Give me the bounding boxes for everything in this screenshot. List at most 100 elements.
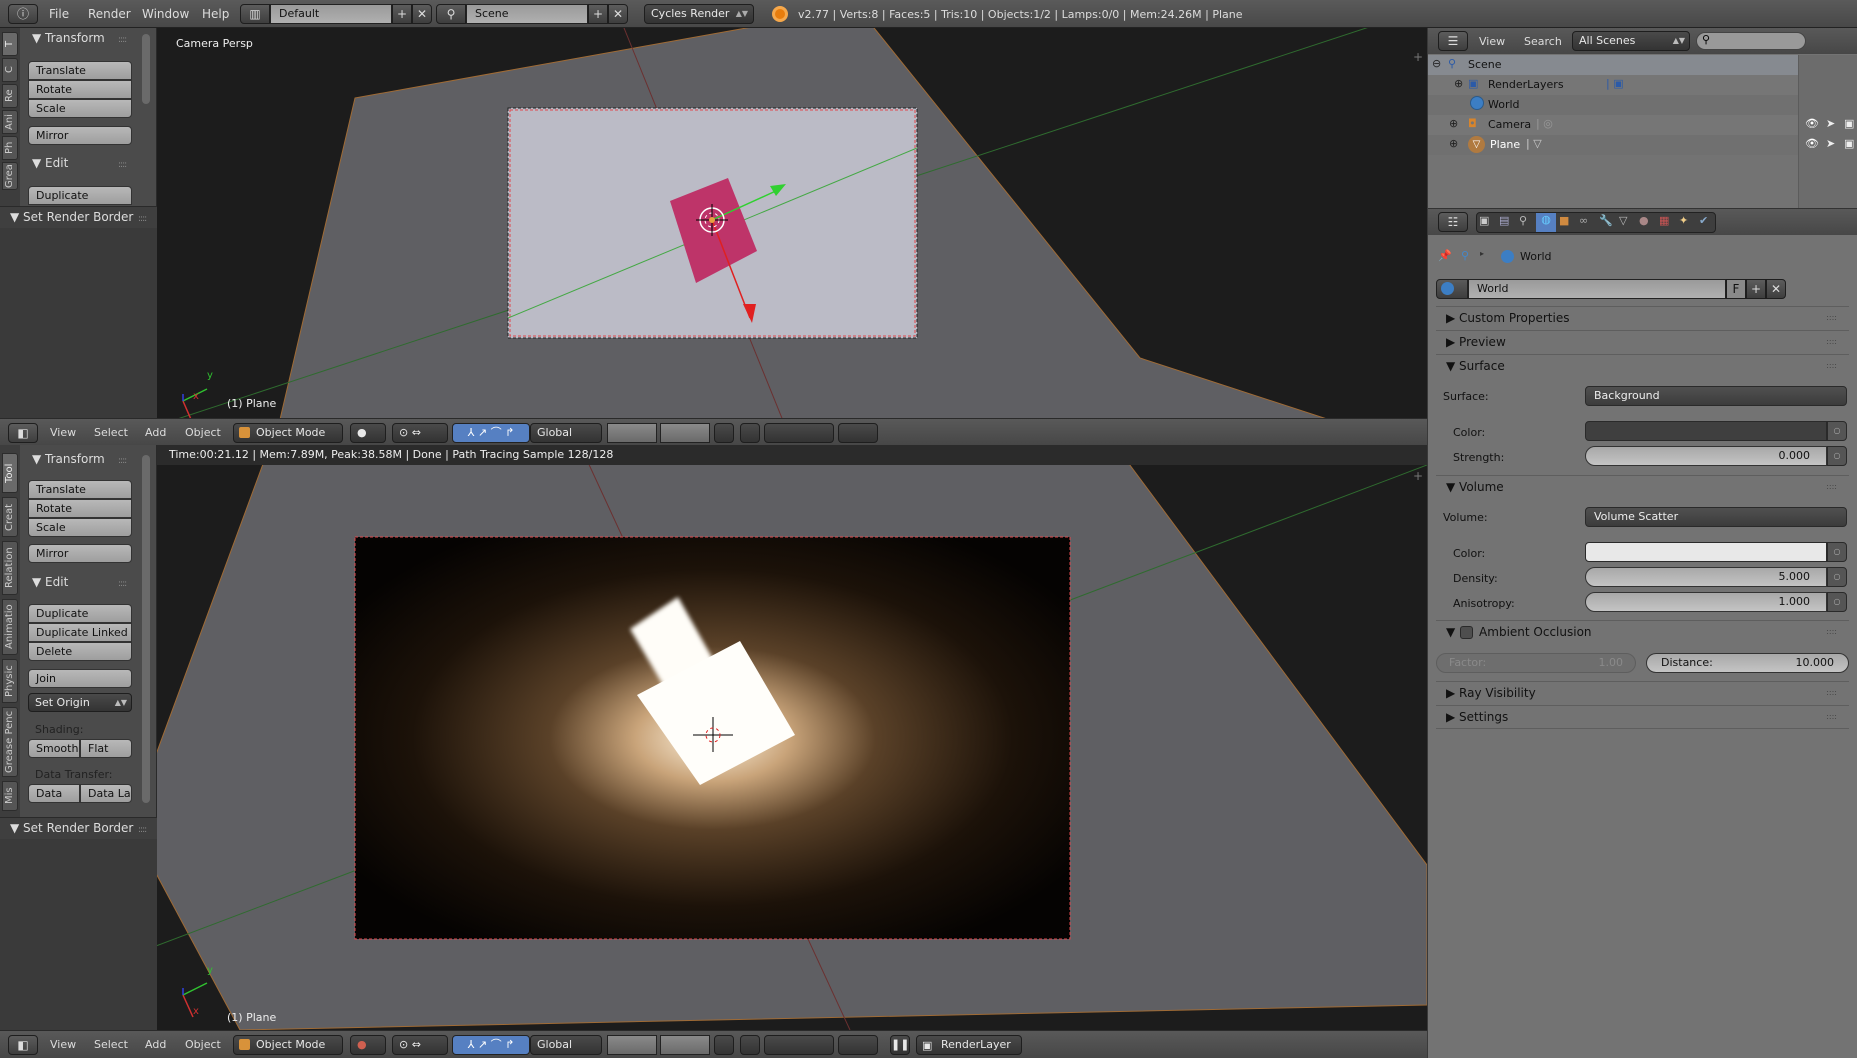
smooth-button[interactable]: Smooth <box>28 739 80 758</box>
menu-object[interactable]: Object <box>185 1038 221 1051</box>
duplicate-button[interactable]: Duplicate <box>28 186 132 205</box>
add-region-plus-icon[interactable]: + <box>1413 469 1423 483</box>
mirror-button[interactable]: Mirror <box>28 544 132 563</box>
viewport-bottom[interactable]: x y Time:00:21.12 | Mem:7.89M, Peak:38.5… <box>0 445 1427 1030</box>
custom-properties-panel[interactable]: ▶ Custom Properties:::: <box>1436 306 1849 330</box>
outliner-row-plane[interactable]: ⊕ ▽ Plane | ▽ <box>1428 135 1798 155</box>
ambient-occlusion-panel[interactable]: ▼ Ambient Occlusion:::: <box>1436 620 1849 644</box>
particles-tab-icon[interactable]: ✦ <box>1679 214 1688 227</box>
camera-visibility-eye-icon[interactable]: 👁 <box>1805 117 1819 130</box>
data-transfer-button[interactable]: Data <box>28 784 80 803</box>
scale-button[interactable]: Scale <box>28 518 132 537</box>
pivot-point-dropdown[interactable]: ⊙ ⇔ <box>392 1035 448 1055</box>
physics-tab-icon[interactable]: ✔ <box>1699 214 1708 227</box>
plane-render-icon[interactable]: ▣ <box>1844 137 1854 150</box>
delete-button[interactable]: Delete <box>28 642 132 661</box>
ao-checkbox[interactable] <box>1460 626 1473 639</box>
properties-editor-type[interactable]: ☷ <box>1438 212 1468 232</box>
edit-panel-header[interactable]: ▼ Edit <box>32 575 68 589</box>
tab-relations[interactable]: Re <box>2 84 18 108</box>
panel-grip-icon[interactable]: :::: <box>1826 331 1837 353</box>
scene-tab-icon[interactable]: ⚲ <box>1519 214 1527 227</box>
panel-grip-icon[interactable]: :::: <box>1826 355 1837 377</box>
editor-type-button[interactable]: ◧ <box>8 423 38 443</box>
lock-layers-button[interactable] <box>714 423 734 443</box>
viewport-top[interactable]: x y Camera Persp (1) Plane + T C Re Ani … <box>0 28 1427 418</box>
render-tab-icon[interactable]: ▣ <box>1479 214 1489 227</box>
data-layout-transfer-button[interactable]: Data La <box>80 784 132 803</box>
world-browse-button[interactable] <box>1436 279 1468 299</box>
modifiers-tab-icon[interactable]: 🔧 <box>1599 214 1613 227</box>
layer-buttons-2[interactable] <box>660 1035 710 1055</box>
density-slider[interactable]: 5.000 <box>1585 567 1827 587</box>
layer-buttons-2[interactable] <box>660 423 710 443</box>
lock-layers-button[interactable] <box>714 1035 734 1055</box>
flat-button[interactable]: Flat <box>80 739 132 758</box>
set-render-border-header[interactable]: ▼ Set Render Border <box>10 821 133 835</box>
tab-create[interactable]: C <box>2 58 18 82</box>
menu-file[interactable]: File <box>49 7 69 21</box>
add-screen-button[interactable]: + <box>392 4 412 24</box>
pause-render-button[interactable]: ❚❚ <box>890 1035 910 1055</box>
anisotropy-slider[interactable]: 1.000 <box>1585 592 1827 612</box>
rotate-button[interactable]: Rotate <box>28 499 132 518</box>
outliner-row-scene[interactable]: ⊖ ⚲ Scene <box>1428 55 1798 75</box>
panel-grip-icon[interactable]: :::: <box>138 214 147 224</box>
outliner-search-input[interactable]: ⚲ <box>1696 32 1806 50</box>
volume-color-swatch[interactable] <box>1585 542 1827 562</box>
render-layer-selector[interactable]: ▣ RenderLayer <box>916 1035 1022 1055</box>
translate-button[interactable]: Translate <box>28 480 132 499</box>
menu-render[interactable]: Render <box>88 7 131 21</box>
menu-window[interactable]: Window <box>142 7 189 21</box>
surface-color-swatch[interactable] <box>1585 421 1827 441</box>
layer-buttons-1[interactable] <box>607 1035 657 1055</box>
transform-panel-header[interactable]: ▼ Transform <box>32 452 105 466</box>
expand-icon[interactable]: ⊕ <box>1449 137 1458 150</box>
outliner-row-world[interactable]: World <box>1428 95 1798 115</box>
unlink-world-button[interactable]: ✕ <box>1766 279 1786 299</box>
panel-grip-icon[interactable]: :::: <box>118 456 127 466</box>
snapping-controls[interactable] <box>764 423 834 443</box>
volume-shader-dropdown[interactable]: Volume Scatter <box>1585 507 1847 527</box>
ray-visibility-panel[interactable]: ▶ Ray Visibility:::: <box>1436 681 1849 705</box>
data-tab-icon[interactable]: ▽ <box>1619 214 1627 227</box>
transform-orientation-dropdown[interactable]: Global <box>530 423 602 443</box>
panel-grip-icon[interactable]: :::: <box>118 579 127 589</box>
menu-add[interactable]: Add <box>145 426 166 439</box>
strength-slider[interactable]: 0.000 <box>1585 446 1827 466</box>
menu-search[interactable]: Search <box>1524 35 1562 48</box>
menu-help[interactable]: Help <box>202 7 229 21</box>
outliner-row-renderlayers[interactable]: ⊕ ▣ RenderLayers | ▣ <box>1428 75 1798 95</box>
tab-physics[interactable]: Physic <box>2 659 18 703</box>
viewport-shading-dropdown[interactable]: ● <box>350 423 386 443</box>
edit-panel-header[interactable]: ▼ Edit <box>32 156 68 170</box>
tab-create[interactable]: Creat <box>2 497 18 537</box>
render-engine-dropdown[interactable]: Cycles Render ▲▼ <box>644 4 754 24</box>
toolshelf-scrollbar[interactable] <box>142 455 150 803</box>
scene-field[interactable]: Scene <box>466 4 588 24</box>
rotate-button[interactable]: Rotate <box>28 80 132 99</box>
pin-icon[interactable]: 📌 <box>1438 249 1452 262</box>
set-render-border-header[interactable]: ▼ Set Render Border <box>10 210 133 224</box>
panel-grip-icon[interactable]: :::: <box>118 35 127 45</box>
constraints-tab-icon[interactable]: ∞ <box>1579 214 1588 227</box>
scale-button[interactable]: Scale <box>28 99 132 118</box>
tab-physics[interactable]: Ph <box>2 136 18 160</box>
outliner-row-camera[interactable]: ⊕ ◘ Camera | ◎ <box>1428 115 1798 135</box>
strength-socket[interactable]: ○ <box>1827 446 1847 466</box>
object-tab-icon[interactable]: ■ <box>1559 214 1569 227</box>
add-region-plus-icon[interactable]: + <box>1413 50 1423 64</box>
scene-selector[interactable]: ⚲ <box>436 4 466 24</box>
panel-grip-icon[interactable]: :::: <box>1826 307 1837 329</box>
plane-visibility-eye-icon[interactable]: 👁 <box>1805 137 1819 150</box>
transform-panel-header[interactable]: ▼ Transform <box>32 31 105 45</box>
mirror-button[interactable]: Mirror <box>28 126 132 145</box>
panel-grip-icon[interactable]: :::: <box>1826 706 1837 728</box>
tab-tools[interactable]: Tool <box>2 453 18 493</box>
proportional-edit-button[interactable] <box>740 423 760 443</box>
world-tab-icon[interactable]: ◍ <box>1536 213 1556 232</box>
delete-scene-button[interactable]: ✕ <box>608 4 628 24</box>
add-scene-button[interactable]: + <box>588 4 608 24</box>
camera-render-icon[interactable]: ▣ <box>1844 117 1854 130</box>
volume-panel[interactable]: ▼ Volume:::: <box>1436 475 1849 499</box>
